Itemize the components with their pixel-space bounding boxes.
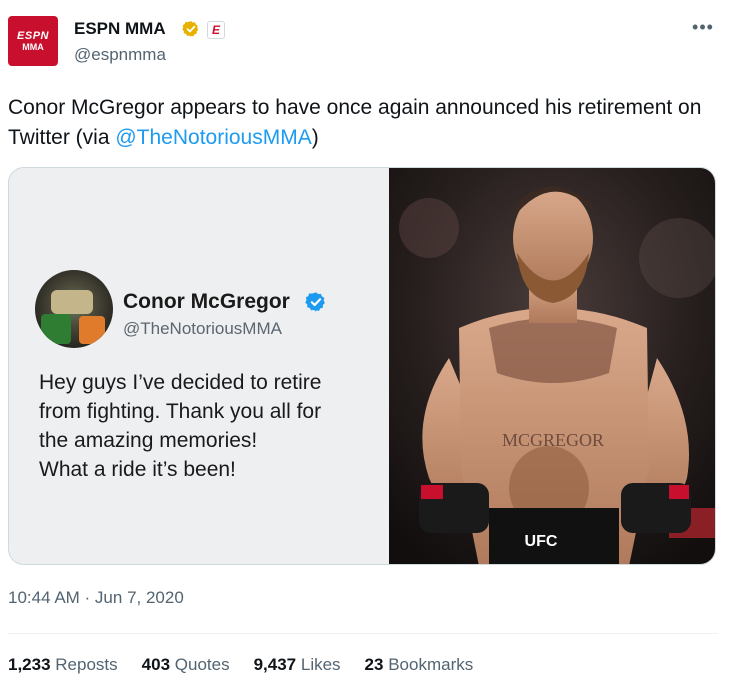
avatar-mma-text: MMA [22, 41, 44, 52]
fighter-photo: MCGREGOR UFC [389, 168, 715, 564]
affiliate-badge-letter: E [211, 23, 220, 37]
stat-quotes[interactable]: 403 Quotes [142, 654, 230, 676]
quoted-line: Hey guys I’ve decided to retire [39, 371, 322, 394]
espn-affiliate-badge[interactable]: E [207, 21, 225, 39]
quoted-handle: @TheNotoriousMMA [123, 319, 282, 338]
tweet-text-end: ) [311, 126, 319, 149]
stat-label: Reposts [55, 655, 118, 674]
author-avatar[interactable]: ESPN MMA [8, 16, 58, 66]
quoted-name: Conor McGregor [123, 290, 290, 313]
stat-count: 1,233 [8, 655, 51, 674]
stat-bookmarks[interactable]: 23 Bookmarks [365, 654, 474, 676]
stat-count: 9,437 [253, 655, 297, 674]
quoted-avatar [35, 270, 113, 348]
stat-likes[interactable]: 9,437 Likes [254, 654, 341, 676]
quoted-line: from fighting. Thank you all for [39, 400, 322, 423]
tweet-text-main: Conor McGregor appears to have once agai… [8, 96, 702, 149]
more-options-icon[interactable]: ••• [688, 18, 718, 40]
tweet-media-image[interactable]: Conor McGregor @TheNotoriousMMA Hey guys… [8, 167, 716, 565]
shorts-logo: UFC [525, 533, 558, 550]
divider [8, 633, 718, 634]
stat-label: Bookmarks [388, 655, 474, 674]
stat-label: Likes [300, 655, 341, 674]
tweet-stats: 1,233 Reposts 403 Quotes 9,437 Likes 23 … [8, 654, 497, 676]
gold-verified-badge-icon[interactable] [182, 20, 200, 38]
tweet-timestamp[interactable]: 10:44 AM · Jun 7, 2020 [8, 587, 184, 609]
author-handle[interactable]: @espnmma [74, 44, 166, 66]
stat-reposts[interactable]: 1,233 Reposts [8, 654, 118, 676]
avatar-espn-text: ESPN [17, 29, 49, 42]
blue-verified-badge-icon [305, 292, 325, 312]
quoted-line: What a ride it’s been! [39, 458, 236, 481]
quoted-line: the amazing memories! [39, 429, 258, 452]
stat-label: Quotes [174, 655, 230, 674]
stat-count: 403 [141, 655, 171, 674]
quoted-text: Hey guys I’ve decided to retire from fig… [39, 368, 379, 484]
author-name[interactable]: ESPN MMA [74, 18, 166, 40]
tweet-text: Conor McGregor appears to have once agai… [8, 93, 718, 153]
tattoo-text: MCGREGOR [502, 430, 604, 450]
stat-count: 23 [364, 655, 384, 674]
mention-link[interactable]: @TheNotoriousMMA [115, 126, 311, 149]
